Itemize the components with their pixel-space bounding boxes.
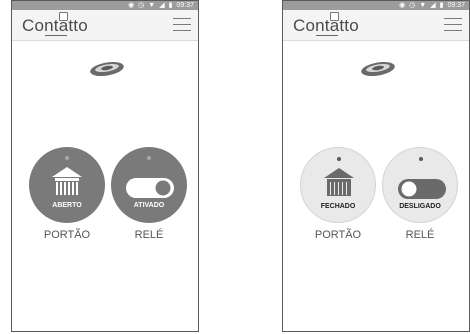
hamburger-menu-icon[interactable] — [444, 18, 462, 32]
vibrate-icon: ◉ — [399, 2, 406, 9]
relay-control-button[interactable]: ATIVADO — [111, 147, 187, 223]
toggle-on-icon — [126, 178, 174, 198]
status-bar: ◉ ◷ ▼ ◢ ▮ 09:37 — [12, 1, 198, 10]
gate-control-button[interactable]: FECHADO — [300, 147, 376, 223]
app-bar: Contatto — [12, 10, 198, 41]
app-logo: Contatto — [293, 16, 359, 35]
hamburger-menu-icon[interactable] — [173, 18, 191, 32]
alarm-icon: ◷ — [409, 2, 416, 9]
relay-caption: RELÉ — [405, 229, 435, 241]
phone-screen-active: ◉ ◷ ▼ ◢ ▮ 09:37 Contatto ABERTO PORTÃO A… — [11, 0, 199, 332]
relay-status-led — [147, 156, 151, 160]
status-time: 09:37 — [447, 2, 465, 9]
gate-status-led — [65, 156, 69, 160]
app-bar: Contatto — [283, 10, 469, 41]
relay-state-label: DESLIGADO — [399, 203, 441, 210]
vibrate-icon: ◉ — [128, 2, 135, 9]
gate-caption: PORTÃO — [314, 229, 362, 241]
battery-icon: ▮ — [439, 2, 444, 9]
battery-icon: ▮ — [168, 2, 173, 9]
relay-state-label: ATIVADO — [133, 202, 165, 209]
gate-state-label: ABERTO — [52, 202, 82, 209]
gate-open-icon — [52, 167, 82, 195]
status-time: 09:37 — [176, 2, 194, 9]
logo-underline — [316, 35, 338, 36]
phone-screen-inactive: ◉ ◷ ▼ ◢ ▮ 09:37 Contatto FECHADO PORTÃO — [282, 0, 470, 332]
signal-icon: ◢ — [430, 2, 436, 9]
toggle-off-icon — [398, 179, 446, 199]
gate-status-led — [337, 157, 341, 161]
status-bar: ◉ ◷ ▼ ◢ ▮ 09:37 — [283, 1, 469, 10]
app-logo: Contatto — [22, 16, 88, 35]
gate-closed-icon — [324, 168, 354, 196]
gate-state-label: FECHADO — [320, 203, 356, 210]
relay-status-led — [419, 157, 423, 161]
wifi-icon: ▼ — [148, 2, 156, 9]
brand-emblem-icon — [361, 61, 395, 77]
logo-badge-icon — [330, 12, 339, 21]
logo-badge-icon — [59, 12, 68, 21]
gate-control-button[interactable]: ABERTO — [29, 147, 105, 223]
relay-caption: RELÉ — [134, 229, 164, 241]
wifi-icon: ▼ — [419, 2, 427, 9]
logo-underline — [45, 35, 67, 36]
gate-caption: PORTÃO — [43, 229, 91, 241]
brand-emblem-icon — [90, 61, 124, 77]
signal-icon: ◢ — [159, 2, 165, 9]
alarm-icon: ◷ — [138, 2, 145, 9]
relay-control-button[interactable]: DESLIGADO — [382, 147, 458, 223]
